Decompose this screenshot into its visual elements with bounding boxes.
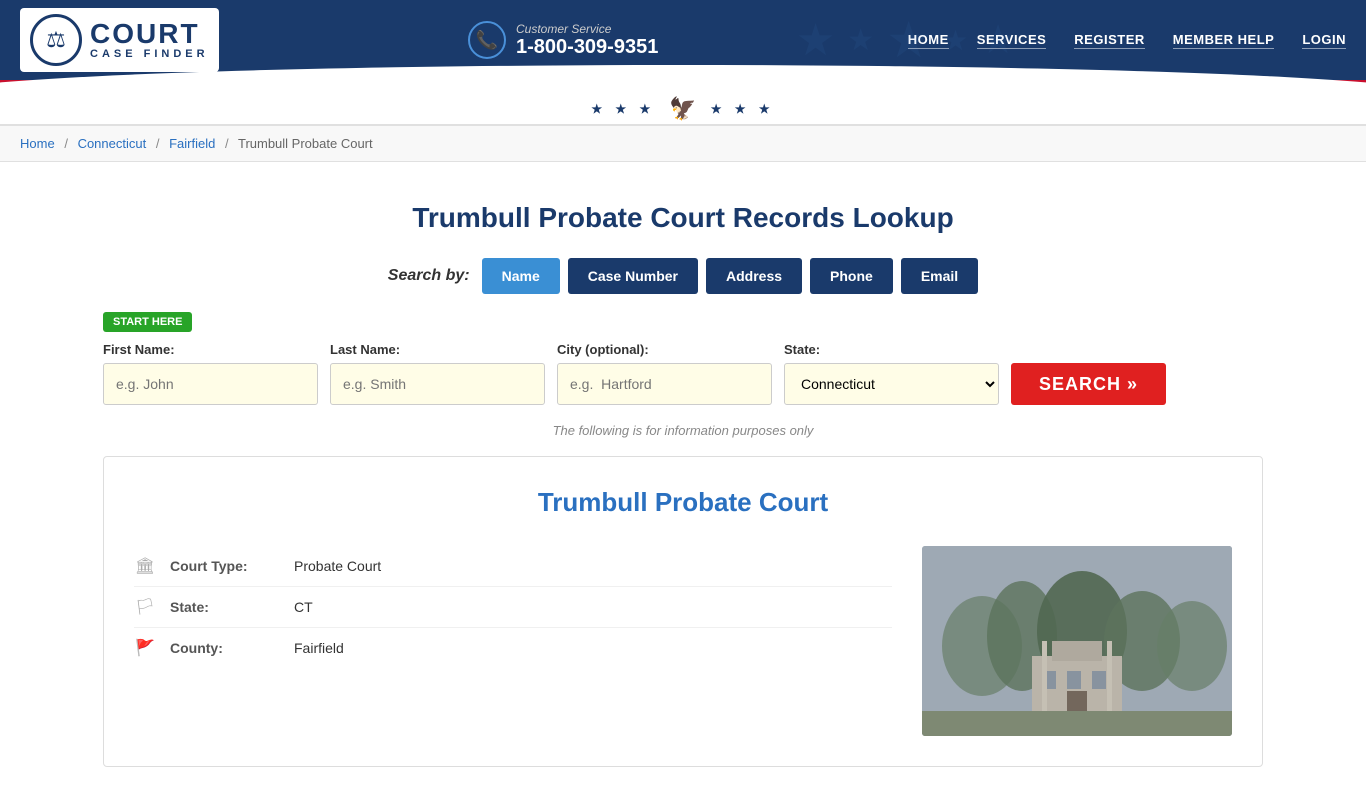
court-type-label: Court Type:	[170, 558, 280, 574]
court-details: 🏛 Court Type: Probate Court 🏳 State: CT …	[134, 546, 1232, 736]
last-name-group: Last Name:	[330, 342, 545, 405]
tab-email[interactable]: Email	[901, 258, 978, 294]
start-here-badge: START HERE	[103, 312, 1263, 342]
cs-phone: 1-800-309-9351	[516, 36, 658, 59]
customer-service: 📞 Customer Service 1-800-309-9351	[468, 21, 658, 59]
nav-member-help[interactable]: MEMBER HELP	[1173, 32, 1275, 49]
breadcrumb-home[interactable]: Home	[20, 136, 55, 151]
city-input[interactable]	[557, 363, 772, 405]
state-select[interactable]: Connecticut Alabama Alaska Arizona Arkan…	[784, 363, 999, 405]
logo-text-block: COURT CASE FINDER	[90, 20, 209, 60]
logo-box: ⚖ COURT CASE FINDER	[20, 8, 219, 72]
court-image	[922, 546, 1232, 736]
nav-login[interactable]: LOGIN	[1302, 32, 1346, 49]
county-row: 🚩 County: Fairfield	[134, 628, 892, 668]
court-type-icon: 🏛	[134, 556, 156, 576]
breadcrumb-connecticut[interactable]: Connecticut	[78, 136, 147, 151]
state-group: State: Connecticut Alabama Alaska Arizon…	[784, 342, 999, 405]
county-value: Fairfield	[294, 640, 344, 656]
breadcrumb-sep-3: /	[225, 136, 229, 151]
logo-case-finder-text: CASE FINDER	[90, 48, 209, 60]
state-label: State:	[784, 342, 999, 357]
eagle-band: ★ ★ ★ 🦅 ★ ★ ★	[0, 94, 1366, 126]
state-value: CT	[294, 599, 313, 615]
first-name-group: First Name:	[103, 342, 318, 405]
eagle-stars-left: ★ ★ ★	[591, 102, 655, 116]
court-card: Trumbull Probate Court 🏛 Court Type: Pro…	[103, 456, 1263, 767]
eagle-stars-right: ★ ★ ★	[711, 102, 775, 116]
breadcrumb-sep-1: /	[64, 136, 68, 151]
search-button[interactable]: SEARCH »	[1011, 363, 1166, 405]
court-type-value: Probate Court	[294, 558, 381, 574]
court-card-title: Trumbull Probate Court	[134, 487, 1232, 518]
city-label: City (optional):	[557, 342, 772, 357]
state-row: 🏳 State: CT	[134, 587, 892, 628]
tab-address[interactable]: Address	[706, 258, 802, 294]
breadcrumb-sep-2: /	[156, 136, 160, 151]
breadcrumb-fairfield[interactable]: Fairfield	[169, 136, 215, 151]
cs-label: Customer Service	[516, 22, 658, 36]
last-name-input[interactable]	[330, 363, 545, 405]
court-info-table: 🏛 Court Type: Probate Court 🏳 State: CT …	[134, 546, 892, 668]
county-icon: 🚩	[134, 638, 156, 658]
start-here-text: START HERE	[103, 312, 192, 332]
breadcrumb-current: Trumbull Probate Court	[238, 136, 373, 151]
logo-area[interactable]: ⚖ COURT CASE FINDER	[20, 8, 219, 72]
last-name-label: Last Name:	[330, 342, 545, 357]
search-form: First Name: Last Name: City (optional): …	[103, 342, 1263, 405]
red-band	[0, 80, 1366, 94]
first-name-input[interactable]	[103, 363, 318, 405]
court-image-svg	[922, 546, 1232, 736]
court-type-row: 🏛 Court Type: Probate Court	[134, 546, 892, 587]
tab-name[interactable]: Name	[482, 258, 560, 294]
logo-emblem: ⚖	[30, 14, 82, 66]
state-label-cell: State:	[170, 599, 280, 615]
eagle-icon: 🦅	[669, 96, 696, 122]
county-label: County:	[170, 640, 280, 656]
logo-court-text: COURT	[90, 20, 209, 48]
main-content: Trumbull Probate Court Records Lookup Se…	[83, 162, 1283, 787]
eagle-area: ★ ★ ★ 🦅 ★ ★ ★	[591, 96, 774, 122]
tab-phone[interactable]: Phone	[810, 258, 893, 294]
first-name-label: First Name:	[103, 342, 318, 357]
search-by-row: Search by: Name Case Number Address Phon…	[103, 258, 1263, 294]
tab-case-number[interactable]: Case Number	[568, 258, 698, 294]
page-title: Trumbull Probate Court Records Lookup	[103, 202, 1263, 234]
state-icon: 🏳	[134, 597, 156, 617]
city-group: City (optional):	[557, 342, 772, 405]
info-note: The following is for information purpose…	[103, 423, 1263, 438]
nav-register[interactable]: REGISTER	[1074, 32, 1144, 49]
phone-icon: 📞	[468, 21, 506, 59]
cs-text-block: Customer Service 1-800-309-9351	[516, 22, 658, 59]
search-by-label: Search by:	[388, 267, 470, 285]
breadcrumb: Home / Connecticut / Fairfield / Trumbul…	[0, 126, 1366, 162]
